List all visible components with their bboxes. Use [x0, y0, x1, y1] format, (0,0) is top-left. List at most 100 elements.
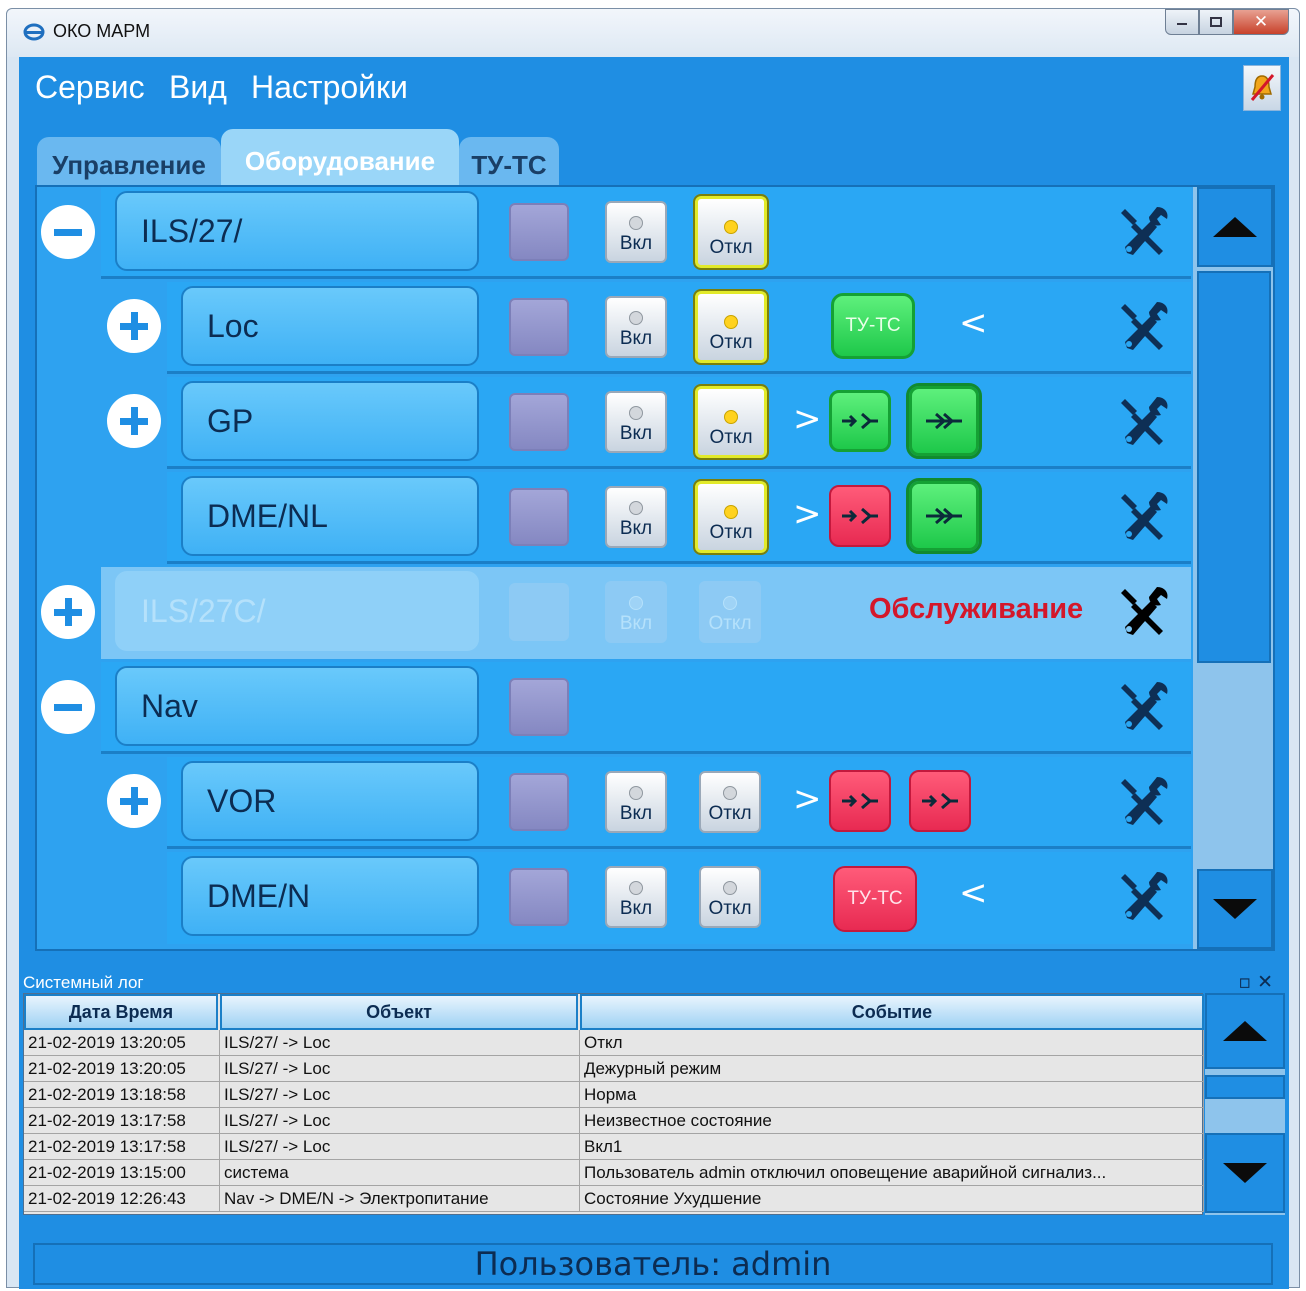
switchover-icon — [920, 792, 960, 810]
scroll-down-button[interactable] — [1197, 869, 1273, 949]
chevron-left-icon[interactable]: < — [959, 873, 988, 913]
led-icon — [723, 881, 737, 895]
arrow-up-icon — [1223, 1021, 1267, 1041]
log-row[interactable]: 21-02-2019 13:17:58 ILS/27/ -> Loc Вкл1 — [24, 1134, 1204, 1160]
log-cell-event: Вкл1 — [580, 1134, 1204, 1160]
log-scrollbar[interactable] — [1205, 993, 1285, 1215]
on-button[interactable]: Вкл — [605, 866, 667, 928]
off-button[interactable]: Откл — [693, 384, 769, 460]
log-scroll-down-button[interactable] — [1205, 1133, 1285, 1213]
expand-button[interactable] — [41, 585, 95, 639]
switchover-icon — [840, 507, 880, 525]
maximize-button[interactable] — [1199, 9, 1233, 35]
log-row[interactable]: 21-02-2019 13:15:00 система Пользователь a… — [24, 1160, 1204, 1186]
minus-icon — [54, 228, 82, 236]
equipment-scrollbar[interactable] — [1193, 187, 1273, 949]
off-label: Откл — [709, 332, 753, 353]
on-button[interactable]: Вкл — [605, 771, 667, 833]
switch-b-button[interactable] — [909, 770, 971, 832]
close-icon[interactable]: ✕ — [1257, 971, 1279, 993]
menu-settings[interactable]: Настройки — [251, 69, 408, 106]
off-button[interactable]: Откл — [699, 771, 761, 833]
minimize-button[interactable] — [1165, 9, 1199, 35]
switch-a-button[interactable] — [829, 390, 891, 452]
equipment-name-button[interactable]: Loc — [181, 286, 479, 366]
on-button[interactable]: Вкл — [605, 296, 667, 358]
tu-ts-button[interactable]: ТУ-ТС — [831, 293, 915, 359]
column-header-object[interactable]: Объект — [220, 994, 578, 1030]
log-row[interactable]: 21-02-2019 13:17:58 ILS/27/ -> Loc Неизвес… — [24, 1108, 1204, 1134]
maintenance-tools-icon[interactable] — [1115, 773, 1171, 829]
led-icon — [723, 786, 737, 800]
log-cell-object: ILS/27/ -> Loc — [220, 1108, 580, 1134]
switchover-icon — [840, 412, 880, 430]
scroll-up-button[interactable] — [1197, 187, 1273, 267]
equipment-name-button[interactable]: DME/NL — [181, 476, 479, 556]
arrow-up-icon — [1213, 217, 1257, 237]
close-button[interactable]: ✕ — [1233, 9, 1289, 35]
on-label: Вкл — [619, 803, 653, 824]
off-button[interactable]: Откл — [693, 194, 769, 270]
log-row[interactable]: 21-02-2019 13:20:05 ILS/27/ -> Loc Откл — [24, 1030, 1204, 1056]
log-cell-object: ILS/27/ -> Loc — [220, 1030, 580, 1056]
log-row[interactable]: 21-02-2019 13:18:58 ILS/27/ -> Loc Норма — [24, 1082, 1204, 1108]
tab-equipment[interactable]: Оборудование — [221, 129, 459, 193]
state-indicator — [509, 203, 569, 261]
log-window-controls: ▫✕ — [1238, 971, 1279, 993]
column-header-event[interactable]: Событие — [580, 994, 1204, 1030]
off-button[interactable]: Откл — [693, 479, 769, 555]
on-button[interactable]: Вкл — [605, 391, 667, 453]
menu-service[interactable]: Сервис — [35, 69, 145, 106]
maintenance-tools-icon[interactable] — [1115, 678, 1171, 734]
off-button[interactable]: Откл — [693, 289, 769, 365]
led-icon — [629, 311, 643, 325]
arrow-down-icon — [1213, 899, 1257, 919]
log-cell-datetime: 21-02-2019 13:18:58 — [24, 1082, 220, 1108]
off-button[interactable]: Откл — [699, 866, 761, 928]
off-label: Откл — [708, 803, 752, 824]
maintenance-tools-icon[interactable] — [1115, 868, 1171, 924]
switch-b-button[interactable] — [906, 478, 982, 554]
log-row[interactable]: 21-02-2019 13:20:05 ILS/27/ -> Loc Дежурны… — [24, 1056, 1204, 1082]
app-window: ОКО МАРМ ✕ Сервис Вид Настройки Управлен… — [6, 8, 1300, 1289]
maintenance-tools-icon[interactable] — [1115, 393, 1171, 449]
tu-ts-button[interactable]: ТУ-ТС — [833, 866, 917, 932]
log-scroll-thumb[interactable] — [1205, 1075, 1285, 1099]
equipment-name-button[interactable]: DME/N — [181, 856, 479, 936]
switch-a-button[interactable] — [829, 485, 891, 547]
menu-view[interactable]: Вид — [169, 69, 227, 106]
chevron-right-icon[interactable]: > — [793, 494, 822, 534]
log-cell-object: ILS/27/ -> Loc — [220, 1082, 580, 1108]
maintenance-tools-icon[interactable] — [1115, 488, 1171, 544]
chevron-left-icon[interactable]: < — [959, 303, 988, 343]
equipment-name-button[interactable]: ILS/27C/ — [115, 571, 479, 651]
collapse-button[interactable] — [41, 680, 95, 734]
maintenance-tools-icon[interactable] — [1115, 298, 1171, 354]
state-indicator — [509, 678, 569, 736]
maintenance-tools-icon[interactable] — [1115, 203, 1171, 259]
maintenance-tools-icon[interactable] — [1115, 583, 1171, 639]
equipment-name-button[interactable]: GP — [181, 381, 479, 461]
alarm-mute-button[interactable] — [1243, 65, 1281, 111]
equipment-name-button[interactable]: ILS/27/ — [115, 191, 479, 271]
off-label: Откл — [708, 613, 752, 634]
on-button[interactable]: Вкл — [605, 201, 667, 263]
log-row[interactable]: 21-02-2019 12:26:43 Nav -> DME/N -> Элект… — [24, 1186, 1204, 1212]
expand-button[interactable] — [107, 299, 161, 353]
column-header-datetime[interactable]: Дата Время — [24, 994, 218, 1030]
collapse-button[interactable] — [41, 205, 95, 259]
expand-button[interactable] — [107, 774, 161, 828]
equipment-name-button[interactable]: VOR — [181, 761, 479, 841]
equipment-panel: ILS/27/ Вкл Откл Loc Вкл Откл ТУ-ТС < GP… — [35, 185, 1275, 951]
switch-b-button[interactable] — [906, 383, 982, 459]
chevron-right-icon[interactable]: > — [793, 399, 822, 439]
float-icon[interactable]: ▫ — [1238, 971, 1257, 993]
log-scroll-up-button[interactable] — [1205, 993, 1285, 1069]
chevron-right-icon[interactable]: > — [793, 779, 822, 819]
on-label: Вкл — [619, 423, 653, 444]
on-button[interactable]: Вкл — [605, 486, 667, 548]
scroll-thumb[interactable] — [1197, 271, 1271, 663]
switch-a-button[interactable] — [829, 770, 891, 832]
expand-button[interactable] — [107, 394, 161, 448]
equipment-name-button[interactable]: Nav — [115, 666, 479, 746]
